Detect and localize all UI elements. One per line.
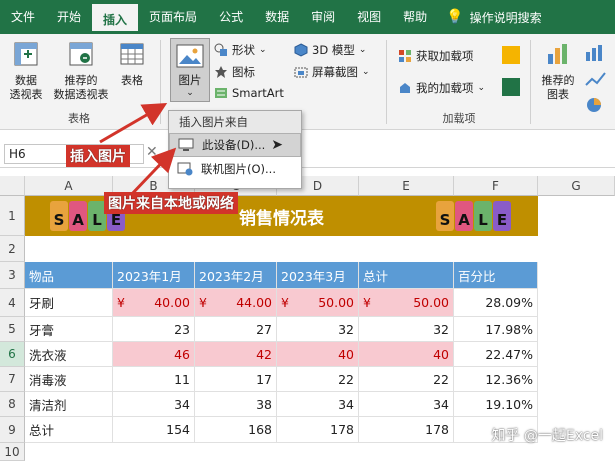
annotation-local-source: 图片来自本地或网络 (104, 192, 238, 214)
annotation-insert-picture: 插入图片 (66, 145, 130, 167)
watermark: 知乎 @一起Excel (491, 428, 603, 444)
annotation-arrows (99, 102, 177, 198)
